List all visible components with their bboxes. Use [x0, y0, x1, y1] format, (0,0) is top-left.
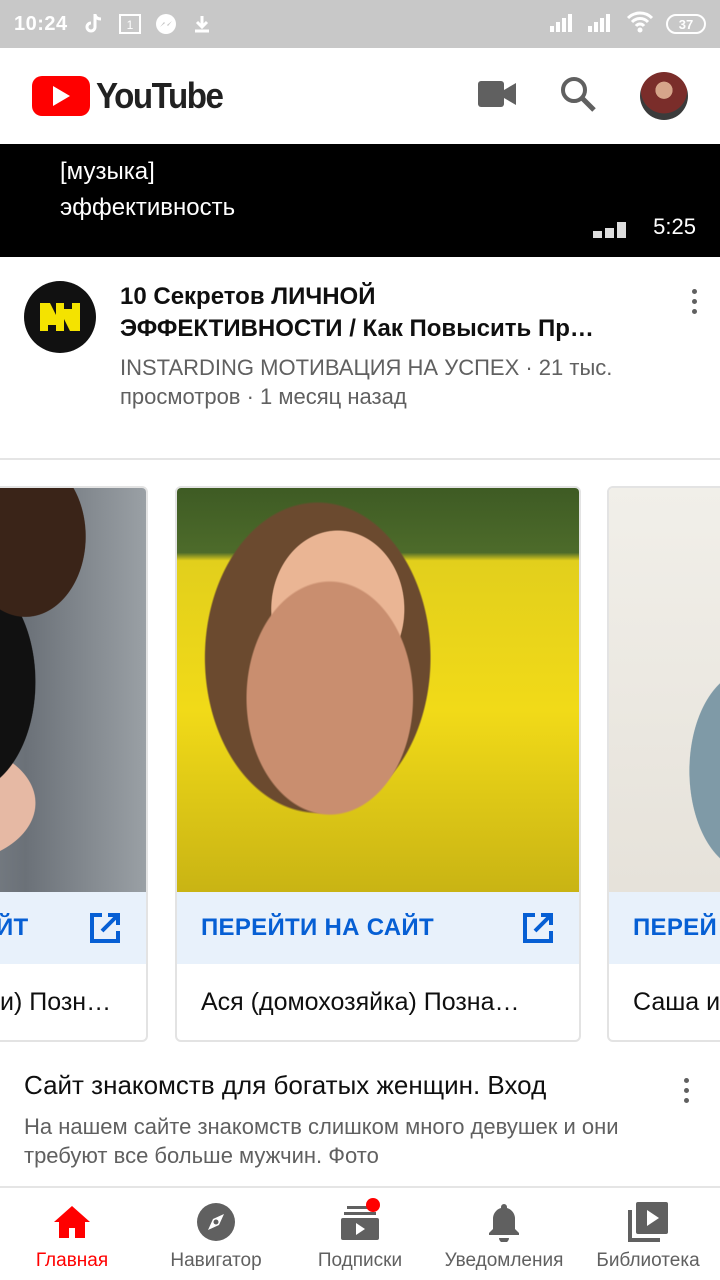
channel-avatar[interactable]	[24, 281, 96, 353]
home-icon	[50, 1200, 94, 1244]
open-external-icon	[521, 911, 555, 945]
more-options-icon[interactable]	[682, 283, 706, 319]
ad-title[interactable]: Сайт знакомств для богатых женщин. Вход	[24, 1070, 546, 1101]
nav-explore[interactable]: Навигатор	[144, 1188, 288, 1280]
sim-icon: 1	[118, 12, 142, 36]
nav-label: Библиотека	[596, 1250, 700, 1271]
bottom-nav: Главная Навигатор Подписки Уведомления Б…	[0, 1186, 720, 1280]
visit-site-button[interactable]: ЙТ	[0, 892, 146, 964]
wifi-icon	[626, 11, 654, 38]
nav-label: Подписки	[317, 1250, 403, 1271]
nav-label: Главная	[35, 1250, 109, 1271]
nav-library[interactable]: Библиотека	[576, 1188, 720, 1280]
youtube-play-icon	[32, 76, 90, 116]
nav-label: Уведомления	[444, 1250, 564, 1271]
visit-site-label: ПЕРЕЙ	[633, 914, 718, 941]
video-meta: INSTARDING МОТИВАЦИЯ НА УСПЕХ · 21 тыс. …	[120, 353, 660, 411]
avatar[interactable]	[640, 72, 688, 120]
video-duration: 5:25	[653, 214, 696, 239]
ad-photo[interactable]	[177, 488, 579, 892]
nav-subscriptions[interactable]: Подписки	[288, 1188, 432, 1280]
camera-icon[interactable]	[478, 80, 516, 112]
player-captions: [музыка] эффективность	[60, 154, 235, 226]
video-title-line: 10 Секретов ЛИЧНОЙ	[120, 283, 376, 310]
visit-site-button[interactable]: ПЕРЕЙ	[609, 892, 720, 964]
ad-card-title: Ася (домохозяйка) Позна…	[201, 988, 520, 1016]
ad-card[interactable]: ПЕРЕЙТИ НА САЙТ Ася (домохозяйка) Позна…	[175, 486, 581, 1042]
compass-icon	[194, 1200, 238, 1244]
quality-icon	[593, 222, 626, 238]
library-icon	[626, 1200, 670, 1244]
youtube-logo[interactable]: YouTube	[32, 75, 233, 117]
bell-icon	[482, 1200, 526, 1244]
status-time: 10:24	[14, 12, 68, 35]
video-meta-line: просмотров · 1 месяц назад	[120, 384, 407, 409]
app-bar: YouTube	[0, 48, 720, 144]
svg-text:1: 1	[126, 18, 133, 32]
video-title-line: ЭФФЕКТИВНОСТИ / Как Повысить Пр…	[120, 315, 594, 342]
ad-photo[interactable]	[609, 488, 720, 892]
ad-card-title: Саша и	[633, 988, 720, 1016]
status-bar: 10:24 1 37	[0, 0, 720, 48]
ad-photo[interactable]	[0, 488, 146, 892]
ad-card-title: и) Позн…	[0, 988, 112, 1016]
nav-notifications[interactable]: Уведомления	[432, 1188, 576, 1280]
ad-carousel[interactable]: ЙТ и) Позн… ПЕРЕЙТИ НА САЙТ Ася (домохоз…	[0, 462, 720, 1062]
visit-site-label: ПЕРЕЙТИ НА САЙТ	[201, 914, 434, 941]
battery-icon: 37	[666, 14, 706, 34]
notification-badge	[366, 1198, 380, 1212]
nav-home[interactable]: Главная	[0, 1188, 144, 1280]
more-options-icon[interactable]	[674, 1072, 698, 1108]
video-title[interactable]: 10 Секретов ЛИЧНОЙ ЭФФЕКТИВНОСТИ / Как П…	[120, 281, 660, 345]
video-meta-line: INSTARDING МОТИВАЦИЯ НА УСПЕХ · 21 тыс.	[120, 355, 613, 380]
visit-site-label: ЙТ	[0, 914, 29, 941]
open-external-icon	[88, 911, 122, 945]
ad-card[interactable]: ЙТ и) Позн…	[0, 486, 148, 1042]
search-icon[interactable]	[560, 76, 596, 117]
ad-card[interactable]: ПЕРЕЙ Саша и	[607, 486, 720, 1042]
tiktok-icon	[82, 12, 106, 36]
signal-icon	[550, 12, 576, 37]
nav-label: Навигатор	[170, 1250, 262, 1271]
ad-description: На нашем сайте знакомств слишком много д…	[24, 1114, 619, 1168]
signal-icon	[588, 12, 614, 37]
logo-text: YouTube	[96, 75, 224, 116]
subscriptions-icon	[338, 1198, 382, 1244]
messenger-icon	[154, 12, 178, 36]
video-info[interactable]: 10 Секретов ЛИЧНОЙ ЭФФЕКТИВНОСТИ / Как П…	[0, 257, 720, 460]
download-icon	[190, 12, 214, 36]
caption-line: эффективность	[60, 194, 236, 221]
visit-site-button[interactable]: ПЕРЕЙТИ НА САЙТ	[177, 892, 579, 964]
caption-line: [музыка]	[60, 158, 155, 185]
video-player[interactable]: [музыка] эффективность 5:25	[0, 144, 720, 257]
ad-info[interactable]: Сайт знакомств для богатых женщин. Вход …	[0, 1062, 720, 1186]
